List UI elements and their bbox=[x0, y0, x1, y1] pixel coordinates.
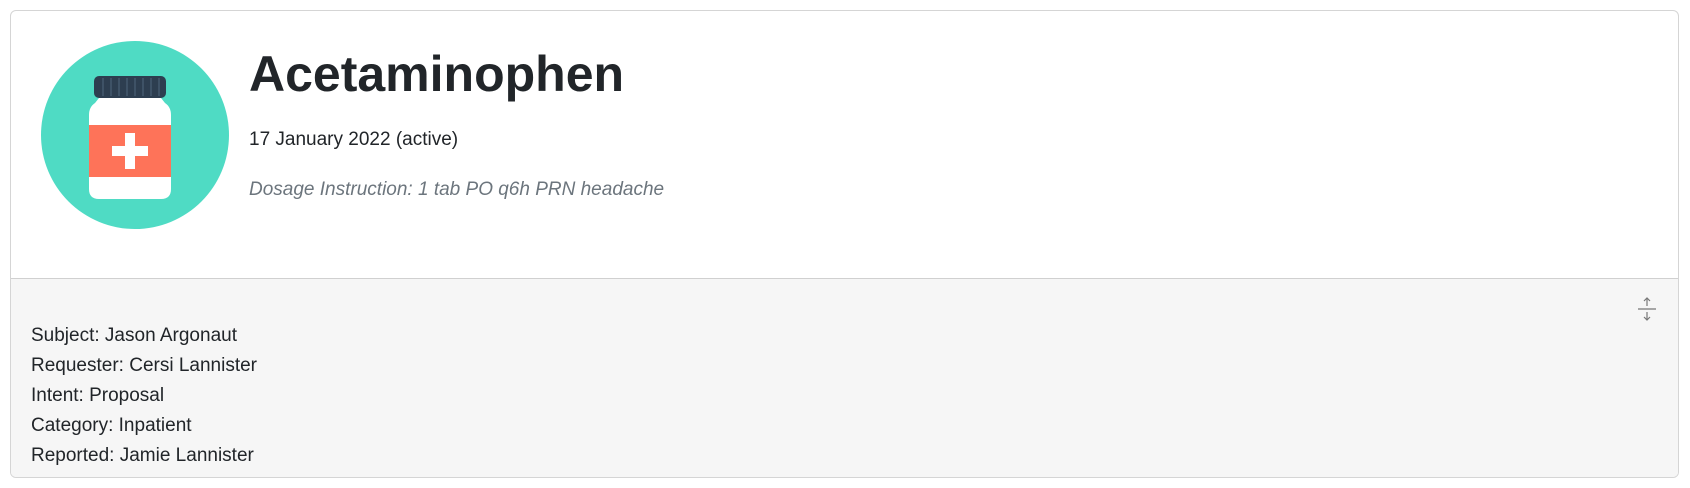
medication-card: Acetaminophen 17 January 2022 (active) D… bbox=[10, 10, 1679, 478]
collapse-vertical-icon[interactable] bbox=[1636, 295, 1658, 323]
medicine-bottle-icon bbox=[41, 41, 229, 229]
medication-date-status: 17 January 2022 (active) bbox=[249, 129, 459, 150]
detail-requester: Requester: Cersi Lannister bbox=[31, 355, 257, 376]
detail-reported: Reported: Jamie Lannister bbox=[31, 445, 254, 466]
detail-intent: Intent: Proposal bbox=[31, 385, 165, 406]
dosage-instruction: Dosage Instruction: 1 tab PO q6h PRN hea… bbox=[249, 179, 665, 200]
medication-name: Acetaminophen bbox=[249, 46, 625, 102]
medication-details-panel: Subject: Jason Argonaut Requester: Cersi… bbox=[11, 279, 1678, 477]
detail-subject: Subject: Jason Argonaut bbox=[31, 325, 237, 346]
medication-header: Acetaminophen 17 January 2022 (active) D… bbox=[11, 11, 1678, 279]
detail-category: Category: Inpatient bbox=[31, 415, 192, 436]
detail-list: Subject: Jason Argonaut Requester: Cersi… bbox=[31, 321, 257, 471]
